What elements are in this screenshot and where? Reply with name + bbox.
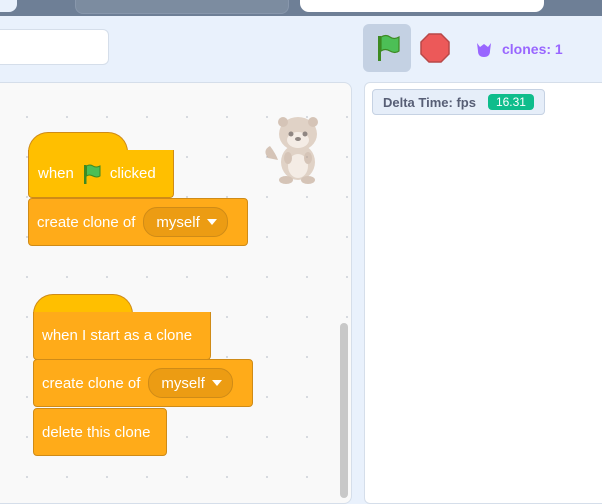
- menu-tab-left[interactable]: [0, 0, 17, 12]
- clone-target-dropdown[interactable]: myself: [148, 368, 233, 398]
- clone-icon: [477, 43, 491, 57]
- menu-bar: [0, 0, 602, 16]
- block-text-create-clone: create clone of: [42, 374, 141, 392]
- clone-target-value: myself: [156, 213, 200, 231]
- monitor-label: Delta Time: fps: [383, 94, 476, 110]
- green-flag-icon: [378, 34, 400, 61]
- block-text-delete-clone: delete this clone: [42, 423, 151, 441]
- variable-monitor[interactable]: Delta Time: fps 16.31: [372, 89, 545, 115]
- green-flag-icon: [83, 164, 101, 184]
- block-text-create-clone: create clone of: [37, 213, 136, 231]
- create-clone-block[interactable]: create clone of myself: [33, 359, 253, 407]
- project-title-input[interactable]: [0, 29, 109, 65]
- block-text-start-as-clone: when I start as a clone: [42, 327, 193, 344]
- menu-tab-right[interactable]: [300, 0, 544, 12]
- block-text-when: when: [38, 165, 74, 182]
- chevron-down-icon: [206, 219, 217, 225]
- hat-block-cap: [28, 132, 128, 152]
- create-clone-block[interactable]: create clone of myself: [28, 198, 248, 246]
- when-flag-clicked-block[interactable]: when clicked: [28, 150, 174, 198]
- when-start-as-clone-block[interactable]: when I start as a clone: [33, 312, 211, 360]
- stop-sign-icon: [420, 33, 450, 63]
- green-flag-button[interactable]: [363, 24, 411, 72]
- block-text-clicked: clicked: [109, 165, 156, 182]
- chevron-down-icon: [211, 380, 222, 386]
- menu-tab-middle[interactable]: [75, 0, 289, 14]
- monitor-value: 16.31: [487, 94, 534, 110]
- sprite-otter-icon: [265, 117, 318, 184]
- stage-canvas[interactable]: [364, 82, 602, 504]
- clone-counter: clones: 1: [502, 41, 563, 57]
- delete-this-clone-block[interactable]: delete this clone: [33, 408, 167, 456]
- stop-button[interactable]: [419, 32, 451, 64]
- workspace-scrollbar[interactable]: [340, 323, 348, 498]
- clone-target-value: myself: [161, 374, 205, 392]
- stage-toolbar: clones: 1: [0, 16, 602, 82]
- clone-target-dropdown[interactable]: myself: [143, 207, 228, 237]
- hat-block-cap: [33, 294, 133, 314]
